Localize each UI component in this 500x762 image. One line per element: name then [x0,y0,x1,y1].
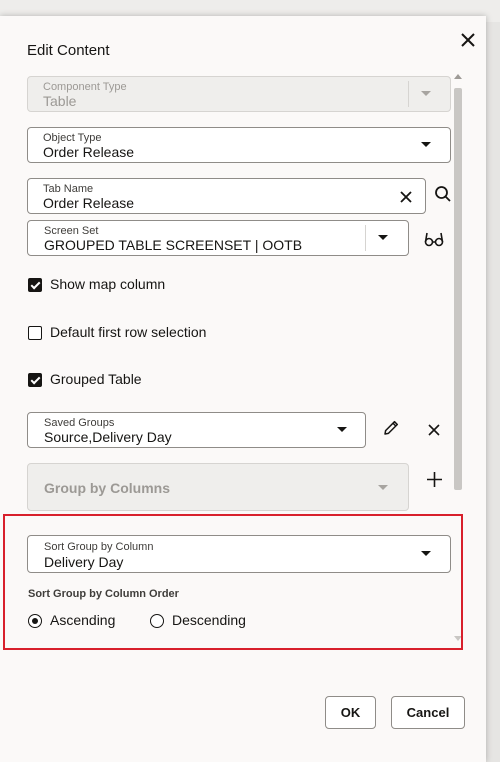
sort-group-by-column-value: Delivery Day [44,554,124,570]
grouped-table-label[interactable]: Grouped Table [50,371,142,387]
ascending-radio[interactable] [28,614,42,628]
component-type-select: Component Type Table [27,76,451,112]
saved-groups-value: Source,Delivery Day [44,429,172,445]
tab-name-value[interactable]: Order Release [43,195,134,211]
group-by-columns-select: Group by Columns [27,463,409,511]
chevron-down-icon[interactable] [421,551,431,556]
chevron-down-icon[interactable] [421,142,431,147]
default-first-row-selection-checkbox[interactable] [28,326,42,340]
object-type-select[interactable]: Object Type Order Release [27,127,451,163]
dialog-title: Edit Content [27,42,110,59]
saved-groups-label: Saved Groups [44,417,115,429]
screen-set-value: GROUPED TABLE SCREENSET | OOTB [44,237,303,253]
object-type-value: Order Release [43,144,135,160]
screen-set-select[interactable]: Screen Set GROUPED TABLE SCREENSET | OOT… [27,220,409,256]
close-icon [461,33,475,47]
scroll-up-arrow[interactable] [454,74,462,79]
sort-group-by-column-label: Sort Group by Column [44,541,154,553]
sort-group-by-column-select[interactable]: Sort Group by Column Delivery Day [27,535,451,573]
tab-name-input[interactable]: Tab Name Order Release [27,178,426,214]
descending-label[interactable]: Descending [172,612,246,628]
pencil-icon[interactable] [382,419,400,437]
default-first-row-selection-label[interactable]: Default first row selection [50,324,206,340]
background-page-edge [486,22,500,762]
clear-saved-groups-icon[interactable] [428,424,440,436]
chevron-down-icon [421,91,431,96]
descending-radio[interactable] [150,614,164,628]
chevron-down-icon[interactable] [378,235,388,240]
tab-name-label: Tab Name [43,183,94,195]
plus-icon[interactable] [426,471,443,488]
component-type-value: Table [43,93,77,109]
group-by-columns-placeholder: Group by Columns [44,480,170,496]
component-type-label: Component Type [43,81,127,93]
chevron-down-icon [378,485,388,490]
glasses-icon[interactable] [424,231,444,247]
separator [408,81,409,107]
ok-button[interactable]: OK [325,696,376,729]
show-map-column-checkbox[interactable] [28,278,42,292]
chevron-down-icon[interactable] [337,427,347,432]
close-button[interactable] [456,28,480,52]
cancel-button[interactable]: Cancel [391,696,465,729]
saved-groups-select[interactable]: Saved Groups Source,Delivery Day [27,412,366,448]
search-icon[interactable] [434,185,452,203]
scrollbar-thumb[interactable] [454,88,462,490]
separator [365,225,366,251]
ascending-label[interactable]: Ascending [50,612,115,628]
sort-order-label: Sort Group by Column Order [28,588,179,600]
show-map-column-label[interactable]: Show map column [50,276,165,292]
object-type-label: Object Type [43,132,102,144]
clear-icon[interactable] [399,190,413,204]
grouped-table-checkbox[interactable] [28,373,42,387]
screen-set-label: Screen Set [44,225,99,237]
